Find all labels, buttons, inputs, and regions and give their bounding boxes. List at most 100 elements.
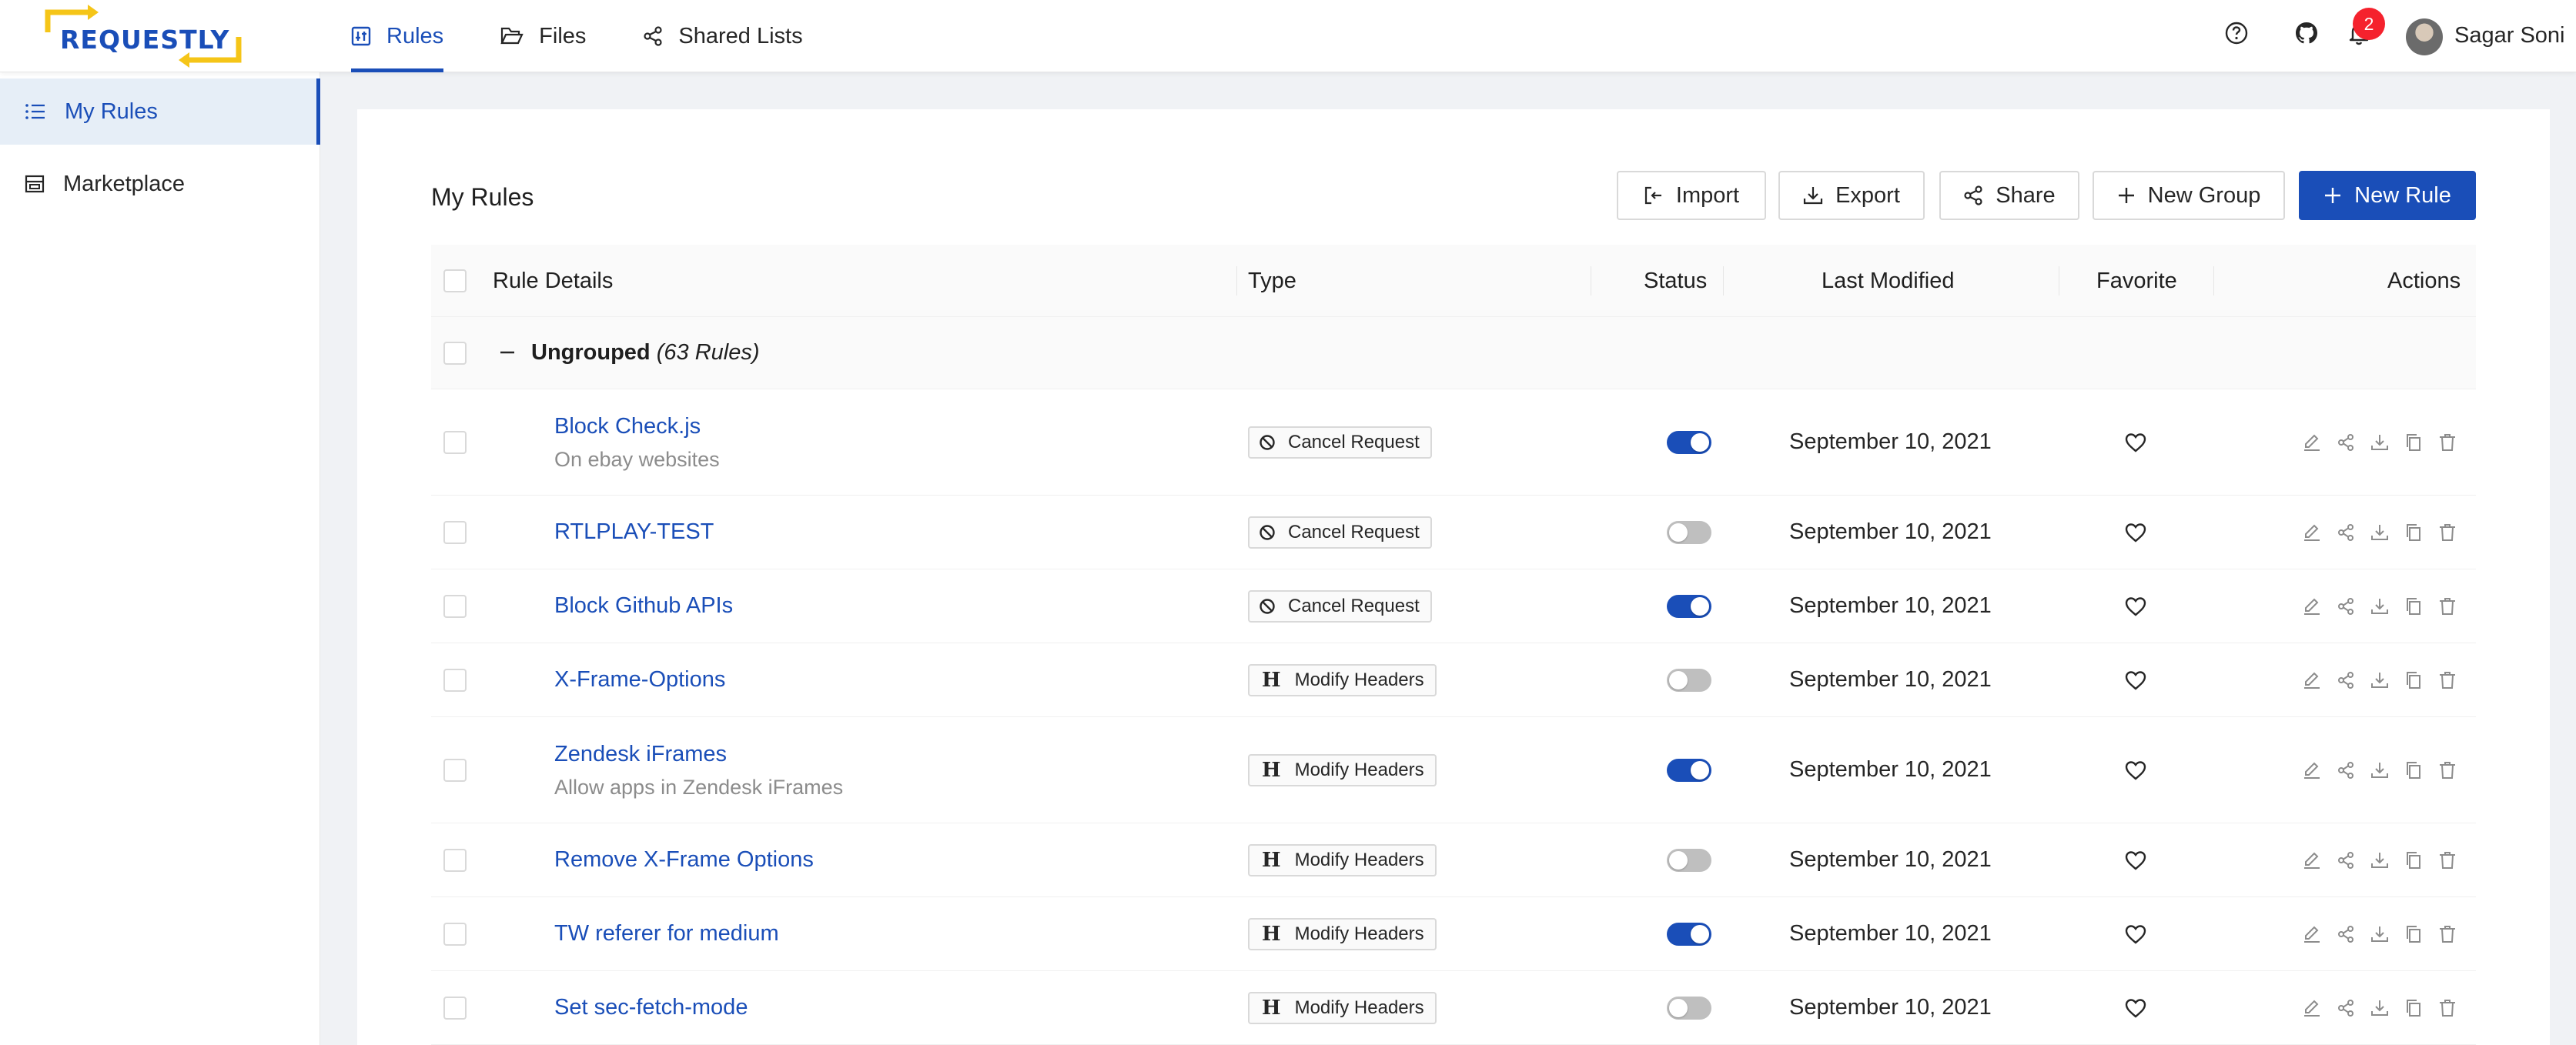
export-button[interactable]: Export — [1778, 171, 1925, 220]
download-icon[interactable] — [2370, 924, 2390, 944]
user-name[interactable]: Sagar Soni — [2454, 23, 2565, 48]
status-toggle[interactable] — [1667, 431, 1711, 454]
share-button[interactable]: Share — [1939, 171, 2079, 220]
heart-icon[interactable] — [2124, 432, 2147, 453]
new-rule-button[interactable]: New Rule — [2299, 171, 2476, 220]
row-checkbox[interactable] — [443, 923, 467, 946]
edit-icon[interactable] — [2302, 522, 2322, 543]
table-row[interactable]: Block Github APIs Cancel Request September… — [431, 569, 2476, 643]
share-icon[interactable] — [2336, 670, 2356, 690]
download-icon[interactable] — [2370, 760, 2390, 780]
edit-icon[interactable] — [2302, 760, 2322, 780]
tab-files[interactable]: Files — [500, 0, 586, 72]
table-row[interactable]: Set sec-fetch-mode H Modify Headers Septemb… — [431, 971, 2476, 1045]
table-row[interactable]: RTLPLAY-TEST Cancel Request September 10, … — [431, 496, 2476, 569]
select-all-checkbox[interactable] — [443, 269, 467, 292]
download-icon[interactable] — [2370, 998, 2390, 1018]
edit-icon[interactable] — [2302, 998, 2322, 1018]
sidebar-item-marketplace[interactable]: Marketplace — [0, 151, 320, 217]
delete-icon[interactable] — [2437, 670, 2457, 690]
heart-icon[interactable] — [2124, 522, 2147, 543]
table-row[interactable]: TW referer for medium H Modify Headers Sept… — [431, 897, 2476, 971]
help-circle-icon[interactable] — [2224, 21, 2249, 45]
heart-icon[interactable] — [2124, 923, 2147, 945]
edit-icon[interactable] — [2302, 850, 2322, 870]
copy-icon[interactable] — [2404, 850, 2424, 870]
requestly-logo[interactable]: REQUESTLY — [43, 2, 245, 71]
delete-icon[interactable] — [2437, 760, 2457, 780]
copy-icon[interactable] — [2404, 924, 2424, 944]
rule-name-link[interactable]: TW referer for medium — [554, 921, 779, 947]
row-checkbox[interactable] — [443, 997, 467, 1020]
status-toggle[interactable] — [1667, 521, 1711, 544]
rule-name-link[interactable]: Block Github APIs — [554, 593, 733, 619]
status-toggle[interactable] — [1667, 595, 1711, 618]
copy-icon[interactable] — [2404, 670, 2424, 690]
download-icon[interactable] — [2370, 432, 2390, 452]
copy-icon[interactable] — [2404, 596, 2424, 616]
share-icon[interactable] — [2336, 432, 2356, 452]
table-row[interactable]: Remove X-Frame Options H Modify Headers Sep… — [431, 823, 2476, 897]
col-last-modified[interactable]: Last Modified — [1822, 245, 1955, 317]
col-rule-details[interactable]: Rule Details — [493, 245, 613, 317]
heart-icon[interactable] — [2124, 669, 2147, 691]
edit-icon[interactable] — [2302, 596, 2322, 616]
download-icon[interactable] — [2370, 670, 2390, 690]
tab-shared-lists[interactable]: Shared Lists — [643, 0, 803, 72]
rule-name-link[interactable]: Zendesk iFrames — [554, 742, 727, 767]
status-toggle[interactable] — [1667, 669, 1711, 692]
collapse-minus-icon[interactable] — [499, 344, 516, 361]
new-group-button[interactable]: New Group — [2093, 171, 2285, 220]
group-checkbox[interactable] — [443, 342, 467, 365]
share-icon[interactable] — [2336, 522, 2356, 543]
tab-rules[interactable]: Rules — [351, 0, 444, 72]
delete-icon[interactable] — [2437, 924, 2457, 944]
import-button[interactable]: Import — [1617, 171, 1766, 220]
row-checkbox[interactable] — [443, 669, 467, 692]
col-favorite[interactable]: Favorite — [2096, 245, 2177, 317]
delete-icon[interactable] — [2437, 596, 2457, 616]
row-checkbox[interactable] — [443, 431, 467, 454]
github-icon[interactable] — [2294, 21, 2319, 45]
edit-icon[interactable] — [2302, 924, 2322, 944]
table-row[interactable]: Block Check.js On ebay websites Cancel Req… — [431, 389, 2476, 496]
rule-name-link[interactable]: RTLPLAY-TEST — [554, 519, 714, 545]
copy-icon[interactable] — [2404, 760, 2424, 780]
rule-name-link[interactable]: Set sec-fetch-mode — [554, 995, 748, 1020]
delete-icon[interactable] — [2437, 998, 2457, 1018]
col-type[interactable]: Type — [1248, 245, 1296, 317]
status-toggle[interactable] — [1667, 759, 1711, 782]
download-icon[interactable] — [2370, 850, 2390, 870]
row-checkbox[interactable] — [443, 849, 467, 872]
col-status[interactable]: Status — [1644, 245, 1707, 317]
avatar[interactable] — [2406, 18, 2443, 55]
share-icon[interactable] — [2336, 596, 2356, 616]
table-row[interactable]: X-Frame-Options H Modify Headers September … — [431, 643, 2476, 717]
share-icon[interactable] — [2336, 924, 2356, 944]
status-toggle[interactable] — [1667, 923, 1711, 946]
delete-icon[interactable] — [2437, 432, 2457, 452]
share-icon[interactable] — [2336, 850, 2356, 870]
rule-name-link[interactable]: X-Frame-Options — [554, 667, 725, 693]
download-icon[interactable] — [2370, 522, 2390, 543]
table-row[interactable]: Zendesk iFrames Allow apps in Zendesk iFr… — [431, 717, 2476, 823]
row-checkbox[interactable] — [443, 595, 467, 618]
share-icon[interactable] — [2336, 760, 2356, 780]
rule-name-link[interactable]: Block Check.js — [554, 414, 701, 439]
status-toggle[interactable] — [1667, 849, 1711, 872]
sidebar-item-my-rules[interactable]: My Rules — [0, 78, 320, 145]
copy-icon[interactable] — [2404, 432, 2424, 452]
edit-icon[interactable] — [2302, 432, 2322, 452]
delete-icon[interactable] — [2437, 522, 2457, 543]
heart-icon[interactable] — [2124, 997, 2147, 1019]
heart-icon[interactable] — [2124, 850, 2147, 871]
delete-icon[interactable] — [2437, 850, 2457, 870]
download-icon[interactable] — [2370, 596, 2390, 616]
status-toggle[interactable] — [1667, 997, 1711, 1020]
copy-icon[interactable] — [2404, 522, 2424, 543]
row-checkbox[interactable] — [443, 759, 467, 782]
heart-icon[interactable] — [2124, 596, 2147, 617]
group-row-ungrouped[interactable]: Ungrouped (63 Rules) — [431, 317, 2476, 389]
rule-name-link[interactable]: Remove X-Frame Options — [554, 847, 814, 873]
copy-icon[interactable] — [2404, 998, 2424, 1018]
